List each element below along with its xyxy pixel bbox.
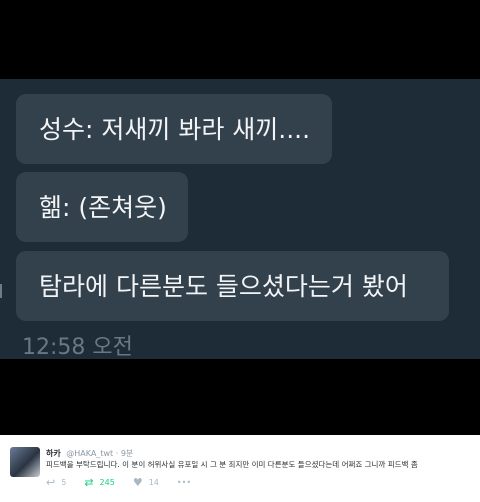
user-handle[interactable]: @HAKA_twt	[66, 449, 113, 458]
tweet-actions: ↩ 5 ⇄ 245 ♥ 14 •••	[46, 476, 209, 489]
retweet-icon: ⇄	[84, 475, 94, 489]
retweet-count: 245	[99, 477, 115, 487]
chat-bubble: 성수: 저새끼 봐라 새끼....	[16, 94, 332, 164]
reply-button[interactable]: ↩ 5	[46, 476, 66, 489]
message-text: 헮: (존쳐웃)	[39, 192, 167, 222]
more-button[interactable]: •••	[177, 478, 191, 487]
chat-bubble: 탐라에 다른분도 들으셨다는거 봤어	[16, 251, 449, 321]
retweet-button[interactable]: ⇄ 245	[84, 476, 115, 489]
message-timestamp: 12:58 오전	[22, 335, 133, 360]
tweet-card[interactable]: 하카 @HAKA_twt · 9분 피드백을 부탁드립니다. 이 분이 허위사실…	[0, 435, 480, 502]
more-icon: •••	[176, 477, 192, 487]
avatar[interactable]	[10, 447, 40, 477]
like-button[interactable]: ♥ 14	[133, 476, 159, 489]
user-name[interactable]: 하카	[46, 449, 61, 458]
tweet-age[interactable]: 9분	[121, 449, 133, 458]
like-count: 14	[148, 477, 159, 487]
tweet-header: 하카 @HAKA_twt · 9분	[46, 448, 133, 459]
bubble-tail	[0, 284, 8, 298]
chat-screenshot: 성수: 저새끼 봐라 새끼.... 헮: (존쳐웃) 탐라에 다른분도 들으셨다…	[0, 79, 480, 360]
reply-icon: ↩	[46, 475, 56, 489]
heart-icon: ♥	[132, 475, 143, 489]
tweet-text: 피드백을 부탁드립니다. 이 분이 허위사실 유포일 시 그 분 죄지만 이미 …	[46, 460, 418, 469]
reply-count: 5	[61, 477, 67, 487]
message-text: 성수: 저새끼 봐라 새끼....	[39, 114, 311, 144]
chat-bubble: 헮: (존쳐웃)	[16, 172, 188, 242]
message-text: 탐라에 다른분도 들으셨다는거 봤어	[39, 271, 408, 301]
